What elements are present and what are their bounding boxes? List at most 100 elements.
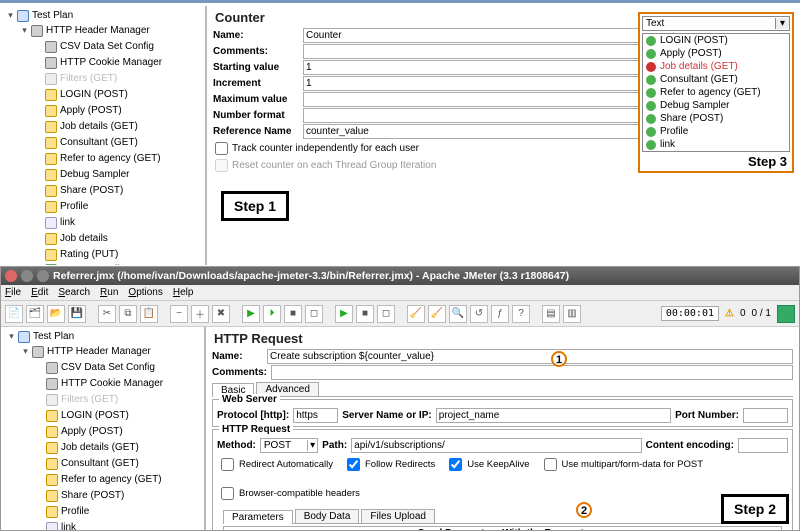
- tree-root[interactable]: Test Plan: [5, 329, 76, 344]
- menu-search[interactable]: Search: [58, 287, 90, 298]
- menu-edit[interactable]: Edit: [31, 287, 48, 298]
- chevron-down-icon[interactable]: ▾: [775, 18, 789, 29]
- tree-item[interactable]: Share (POST): [32, 184, 125, 198]
- track-per-user-checkbox[interactable]: [215, 142, 228, 155]
- toggle-icon[interactable]: ✖: [212, 305, 230, 323]
- menu-run[interactable]: Run: [100, 287, 118, 298]
- tree-item-loop[interactable]: Loop Controller: [32, 262, 130, 265]
- tree-item[interactable]: Rating (PUT): [32, 248, 120, 262]
- tree-item[interactable]: link: [33, 521, 78, 530]
- tree-item[interactable]: Profile: [33, 505, 91, 519]
- tree-pane-top[interactable]: Test PlanHTTP Header Manager CSV Data Set…: [0, 6, 205, 265]
- tree-item[interactable]: Apply (POST): [33, 425, 125, 439]
- result-item[interactable]: Share (POST): [643, 112, 789, 125]
- tree-item[interactable]: HTTP Header Manager: [19, 344, 153, 359]
- pencil-icon: [45, 153, 57, 165]
- tree-item[interactable]: CSV Data Set Config: [33, 361, 157, 375]
- toolbar[interactable]: 📄 🗂 📂 💾 ✂ ⧉ 📋 − ＋ ✖ ▶ ⏵ ■ ◻ ▶ ■ ◻ 🧹 🧹 🔍 …: [1, 301, 799, 327]
- tree-item[interactable]: CSV Data Set Config: [32, 40, 156, 54]
- remote-start-icon[interactable]: ▶: [335, 305, 353, 323]
- save-icon[interactable]: 💾: [68, 305, 86, 323]
- result-item[interactable]: Refer to agency (GET): [643, 86, 789, 99]
- tpl1-icon[interactable]: ▤: [542, 305, 560, 323]
- tree-item[interactable]: Apply (POST): [32, 104, 124, 118]
- port-input[interactable]: [743, 408, 788, 423]
- follow-redirects-checkbox[interactable]: [347, 458, 360, 471]
- result-item[interactable]: Profile: [643, 125, 789, 138]
- tree-item[interactable]: Debug Sampler: [32, 168, 131, 182]
- window-titlebar[interactable]: Referrer.jmx (/home/ivan/Downloads/apach…: [1, 267, 799, 285]
- new-icon[interactable]: 📄: [5, 305, 23, 323]
- help-icon[interactable]: ?: [512, 305, 530, 323]
- tree-item[interactable]: Job details (GET): [33, 441, 141, 455]
- tree-item[interactable]: link: [32, 216, 77, 230]
- templates-icon[interactable]: 🗂: [26, 305, 44, 323]
- results-mode-combo[interactable]: Text ▾: [642, 16, 790, 31]
- tree-item[interactable]: Filters (GET): [33, 393, 120, 407]
- clear-icon[interactable]: 🧹: [407, 305, 425, 323]
- search-icon[interactable]: 🔍: [449, 305, 467, 323]
- comments-input[interactable]: [271, 365, 793, 380]
- protocol-input[interactable]: [293, 408, 338, 423]
- remote-stop-icon[interactable]: ■: [356, 305, 374, 323]
- tree-pane-bottom[interactable]: Test PlanHTTP Header Manager CSV Data Set…: [1, 327, 206, 530]
- remote-shutdown-icon[interactable]: ◻: [377, 305, 395, 323]
- keepalive-checkbox[interactable]: [449, 458, 462, 471]
- fn-helper-icon[interactable]: ƒ: [491, 305, 509, 323]
- tree-item[interactable]: LOGIN (POST): [32, 88, 130, 102]
- tree-item[interactable]: HTTP Header Manager: [18, 23, 152, 38]
- open-icon[interactable]: 📂: [47, 305, 65, 323]
- result-item[interactable]: link: [643, 138, 789, 151]
- tree-item[interactable]: Share (POST): [33, 489, 126, 503]
- result-item[interactable]: Job details (GET): [643, 60, 789, 73]
- copy-icon[interactable]: ⧉: [119, 305, 137, 323]
- start-notimers-icon[interactable]: ⏵: [263, 305, 281, 323]
- tree-item[interactable]: Profile: [32, 200, 90, 214]
- close-icon[interactable]: [5, 270, 17, 282]
- chevron-down-icon[interactable]: ▾: [307, 440, 317, 451]
- result-item[interactable]: LOGIN (POST): [643, 34, 789, 47]
- tab-body-data[interactable]: Body Data: [295, 509, 360, 523]
- menu-options[interactable]: Options: [128, 287, 162, 298]
- path-input[interactable]: [351, 438, 642, 453]
- warning-icon[interactable]: ⚠: [725, 308, 734, 319]
- menu-help[interactable]: Help: [173, 287, 194, 298]
- menu-file[interactable]: File: [5, 287, 21, 298]
- result-item[interactable]: Debug Sampler: [643, 99, 789, 112]
- tree-item[interactable]: HTTP Cookie Manager: [33, 377, 165, 391]
- tree-item[interactable]: Refer to agency (GET): [32, 152, 163, 166]
- tpl2-icon[interactable]: ▥: [563, 305, 581, 323]
- tree-item[interactable]: Job details (GET): [32, 120, 140, 134]
- menubar[interactable]: File Edit Search Run Options Help: [1, 285, 799, 301]
- reset-search-icon[interactable]: ↺: [470, 305, 488, 323]
- browser-headers-checkbox[interactable]: [221, 487, 234, 500]
- method-select[interactable]: POST: [261, 440, 307, 451]
- tab-parameters[interactable]: Parameters: [223, 510, 293, 524]
- minimize-icon[interactable]: [21, 270, 33, 282]
- start-icon[interactable]: ▶: [242, 305, 260, 323]
- tree-item[interactable]: Job details: [32, 232, 110, 246]
- paste-icon[interactable]: 📋: [140, 305, 158, 323]
- name-input[interactable]: [267, 349, 793, 364]
- maximize-icon[interactable]: [37, 270, 49, 282]
- tree-item[interactable]: Consultant (GET): [32, 136, 140, 150]
- stop-icon[interactable]: ■: [284, 305, 302, 323]
- tab-files-upload[interactable]: Files Upload: [361, 509, 435, 523]
- collapse-icon[interactable]: ＋: [191, 305, 209, 323]
- encoding-input[interactable]: [738, 438, 788, 453]
- result-item[interactable]: Apply (POST): [643, 47, 789, 60]
- tree-item[interactable]: Refer to agency (GET): [33, 473, 164, 487]
- multipart-checkbox[interactable]: [544, 458, 557, 471]
- cut-icon[interactable]: ✂: [98, 305, 116, 323]
- tree-item[interactable]: LOGIN (POST): [33, 409, 131, 423]
- expand-icon[interactable]: −: [170, 305, 188, 323]
- redirect-auto-checkbox[interactable]: [221, 458, 234, 471]
- tree-root[interactable]: Test Plan: [4, 8, 75, 23]
- server-input[interactable]: [436, 408, 671, 423]
- tree-item[interactable]: Consultant (GET): [33, 457, 141, 471]
- tree-item[interactable]: Filters (GET): [32, 72, 119, 86]
- clearall-icon[interactable]: 🧹: [428, 305, 446, 323]
- tree-item[interactable]: HTTP Cookie Manager: [32, 56, 164, 70]
- shutdown-icon[interactable]: ◻: [305, 305, 323, 323]
- result-item[interactable]: Consultant (GET): [643, 73, 789, 86]
